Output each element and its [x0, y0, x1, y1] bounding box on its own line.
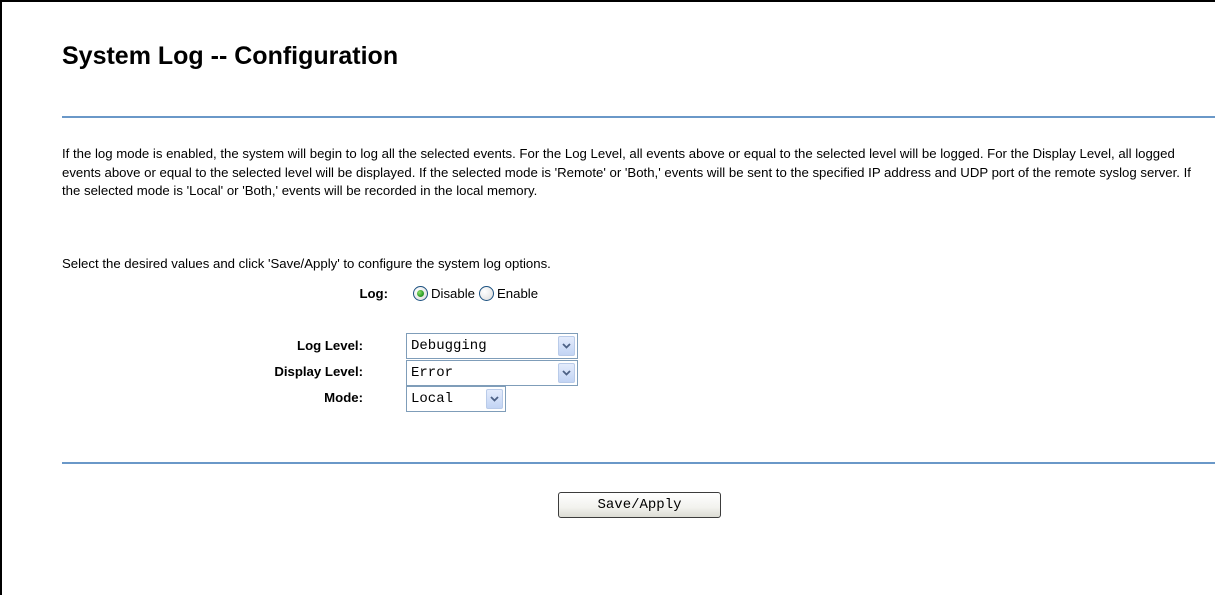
- display-level-label: Display Level:: [274, 364, 363, 379]
- chevron-down-icon[interactable]: [558, 336, 575, 356]
- log-radio-group: Disable Enable: [413, 286, 542, 301]
- display-level-select[interactable]: Error: [406, 360, 578, 386]
- chevron-down-icon[interactable]: [558, 363, 575, 383]
- mode-select[interactable]: Local: [406, 386, 506, 412]
- log-level-value: Debugging: [411, 338, 487, 354]
- page-title: System Log -- Configuration: [62, 42, 399, 70]
- mode-value: Local: [411, 391, 454, 407]
- page-instruction: Select the desired values and click 'Sav…: [62, 256, 551, 271]
- mode-label: Mode:: [324, 390, 363, 405]
- bottom-divider: [62, 462, 1215, 464]
- log-enable-label[interactable]: Enable: [497, 286, 538, 301]
- top-divider: [62, 116, 1215, 118]
- page-description: If the log mode is enabled, the system w…: [62, 146, 1191, 198]
- log-level-label: Log Level:: [297, 338, 363, 353]
- log-label: Log:: [359, 286, 388, 301]
- log-enable-radio[interactable]: [478, 286, 494, 301]
- log-level-select[interactable]: Debugging: [406, 333, 578, 359]
- log-disable-label[interactable]: Disable: [431, 286, 475, 301]
- chevron-down-icon[interactable]: [486, 389, 503, 409]
- save-apply-button[interactable]: Save/Apply: [558, 492, 721, 518]
- log-disable-radio[interactable]: [413, 286, 428, 301]
- display-level-value: Error: [411, 365, 454, 381]
